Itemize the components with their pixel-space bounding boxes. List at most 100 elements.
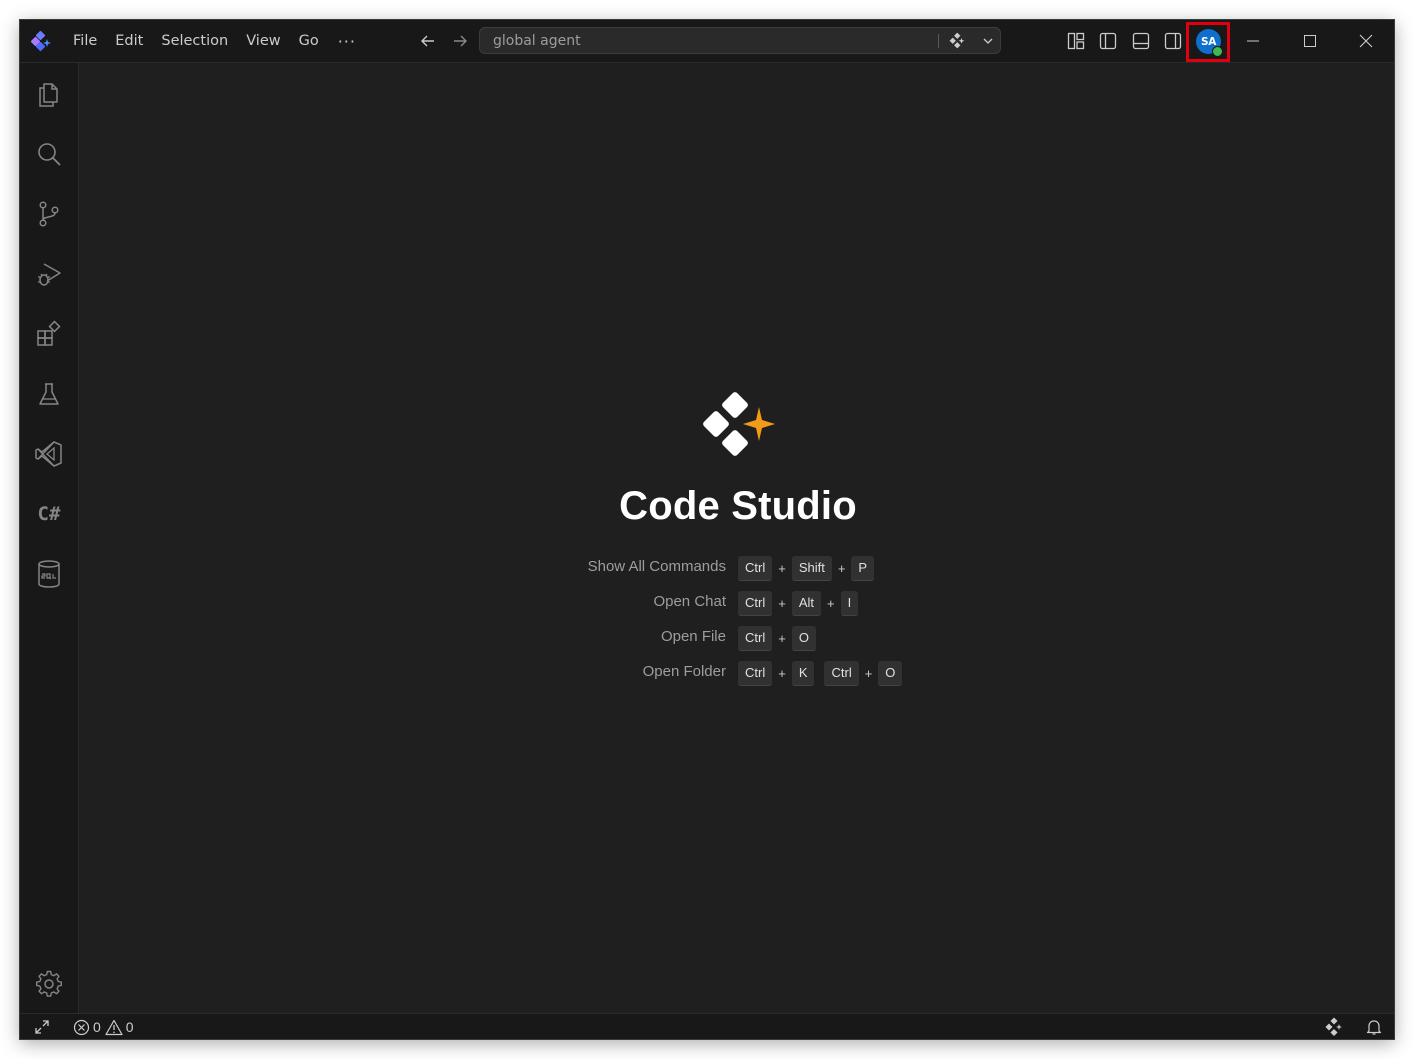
csharp-icon: C# [37,503,61,525]
key: Ctrl [738,661,773,686]
agent-status-button[interactable] [1324,1014,1344,1039]
key: Ctrl [738,626,773,651]
maximize-button[interactable] [1281,20,1338,62]
shortcut-label: Open Chat [653,593,726,610]
remote-indicator[interactable] [33,1014,51,1039]
key: Shift [791,556,832,581]
activity-sql[interactable] [20,550,78,598]
agent-icon[interactable] [948,32,966,50]
panel-bottom-icon [1132,32,1150,50]
minimize-button[interactable] [1224,20,1281,62]
arrow-left-icon [421,35,434,47]
keybinding: Ctrl + Shift + P [738,556,875,581]
minimize-icon [1246,40,1259,42]
key: P [851,556,875,581]
shortcut-open-folder[interactable]: Open Folder Ctrl + K Ctrl + O [488,661,1088,696]
sql-database-icon [38,560,60,588]
shortcut-label: Open Folder [642,663,726,680]
menu-go[interactable]: Go [290,27,328,55]
status-bar: 0 0 [20,1013,1394,1039]
run-debug-icon [38,263,61,286]
visual-studio-icon [35,441,62,467]
search-icon [38,143,61,166]
toggle-secondary-sidebar-button[interactable] [1162,30,1184,52]
activity-run-and-debug[interactable] [20,250,78,298]
warning-icon [105,1019,123,1035]
menu-selection[interactable]: Selection [152,27,237,55]
key: Ctrl [824,661,859,686]
extensions-icon [37,320,61,346]
keybinding: Ctrl + K Ctrl + O [738,661,903,686]
customize-layout-button[interactable] [1065,30,1087,52]
menu-more-button[interactable]: ··· [328,32,366,51]
layout-customize-icon [1067,32,1085,50]
key-plus: + [826,596,835,611]
keybinding: Ctrl + Alt + I [738,591,859,616]
key: Alt [791,591,821,616]
activity-visual-studio[interactable] [20,430,78,478]
shortcut-label: Show All Commands [587,558,726,575]
activity-search[interactable] [20,130,78,178]
title-bar: File Edit Selection View Go ··· global a… [20,20,1394,63]
shortcut-list: Show All Commands Ctrl + Shift + P Open … [488,556,1088,696]
activity-csharp[interactable]: C# [20,490,78,538]
code-studio-logo-icon [703,392,775,456]
chevron-down-icon[interactable] [980,33,996,49]
arrow-right-icon [454,35,467,47]
maximize-icon [1303,35,1316,47]
key: Ctrl [738,556,773,581]
error-count: 0 [93,1019,101,1035]
shortcut-show-all-commands[interactable]: Show All Commands Ctrl + Shift + P [488,556,1088,591]
key-plus: + [778,666,786,681]
key: Ctrl [738,591,773,616]
source-control-icon [39,201,59,227]
key-plus: + [778,631,786,646]
toggle-primary-sidebar-button[interactable] [1097,30,1119,52]
shortcut-label: Open File [660,628,726,645]
forward-button[interactable] [448,30,472,52]
back-button[interactable] [416,30,440,52]
app-window: File Edit Selection View Go ··· global a… [20,20,1394,1039]
key: I [840,591,859,616]
product-title: Code Studio [619,484,857,528]
notifications-button[interactable] [1365,1014,1383,1039]
key: K [791,661,815,686]
keybinding: Ctrl + O [738,626,816,651]
warning-count: 0 [125,1019,134,1035]
key: O [878,661,903,686]
beaker-icon [39,383,59,405]
activity-bar: C# [20,63,79,1013]
key: O [791,626,816,651]
error-icon [73,1019,90,1035]
shortcut-open-file[interactable]: Open File Ctrl + O [488,626,1088,661]
close-button[interactable] [1337,20,1394,62]
shortcut-open-chat[interactable]: Open Chat Ctrl + Alt + I [488,591,1088,626]
activity-testing[interactable] [20,370,78,418]
key-plus: + [778,561,786,576]
activity-source-control[interactable] [20,190,78,238]
remote-icon [35,1020,49,1034]
toggle-panel-button[interactable] [1130,30,1152,52]
menu-view[interactable]: View [237,27,289,55]
key-plus: + [837,561,846,576]
close-icon [1359,34,1372,48]
command-center-search[interactable]: global agent [479,27,1001,54]
activity-explorer[interactable] [20,70,78,118]
activity-extensions[interactable] [20,310,78,358]
app-logo-icon [30,31,51,52]
key-plus: + [864,666,873,681]
agent-status-icon [1325,1017,1342,1037]
menu-edit[interactable]: Edit [106,27,152,55]
sidebar-right-icon [1164,32,1182,50]
gear-icon [36,970,62,997]
presence-status-icon [1212,46,1223,57]
command-center-text: global agent [493,33,581,49]
files-icon [39,83,58,107]
activity-manage[interactable] [20,960,78,1008]
problems-indicator[interactable]: 0 0 [73,1014,138,1039]
sidebar-left-icon [1099,32,1117,50]
bell-icon [1366,1020,1382,1035]
key-plus: + [778,596,786,611]
menu-file[interactable]: File [64,27,106,55]
menu-bar: File Edit Selection View Go ··· [64,20,366,62]
